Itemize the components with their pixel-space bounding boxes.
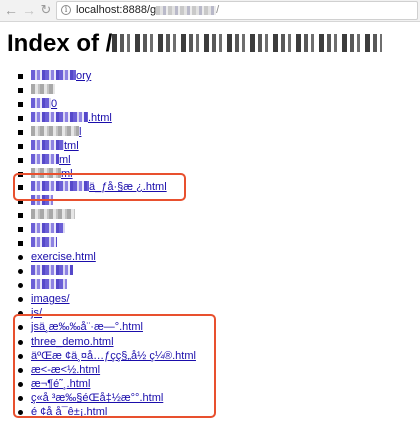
list-item <box>0 237 420 250</box>
list-item: 0 <box>0 98 420 111</box>
bullet-icon <box>18 102 23 107</box>
file-link[interactable]: l <box>31 126 81 139</box>
redacted-filename <box>31 265 73 275</box>
bullet-icon <box>18 227 23 232</box>
list-item <box>0 265 420 278</box>
file-link[interactable]: ml <box>31 154 71 167</box>
redacted-filename <box>31 154 59 164</box>
bullet-icon <box>18 158 23 163</box>
bullet-icon <box>18 144 23 149</box>
redacted-title-segment <box>112 34 383 52</box>
list-item: images/ <box>0 293 420 306</box>
back-arrow-icon[interactable]: ← <box>4 3 18 17</box>
file-link-label: ml <box>59 154 71 166</box>
reload-icon[interactable]: ↻ <box>39 3 53 17</box>
file-link-label: images/ <box>31 293 70 305</box>
bullet-icon <box>18 241 23 246</box>
file-link-label: exercise.html <box>31 251 96 263</box>
browser-toolbar: ← → ↻ i localhost:8888/g / <box>0 0 420 22</box>
list-item: tml <box>0 140 420 153</box>
list-item: ml <box>0 154 420 167</box>
list-item <box>0 223 420 236</box>
redacted-filename <box>31 98 51 108</box>
bullet-icon <box>18 213 23 218</box>
redacted-filename <box>31 223 65 233</box>
redacted-filename <box>31 140 64 150</box>
list-item <box>0 209 420 222</box>
list-item <box>0 279 420 292</box>
page-title: Index of / <box>7 30 383 58</box>
file-link[interactable]: images/ <box>31 293 70 306</box>
bullet-icon <box>18 283 23 288</box>
file-link[interactable] <box>31 223 65 236</box>
list-item: l <box>0 126 420 139</box>
file-link[interactable]: .html <box>31 112 112 125</box>
redacted-filename <box>31 84 55 94</box>
list-item: exercise.html <box>0 251 420 264</box>
url-host: localhost:8888/g <box>76 4 157 16</box>
highlight-box-single <box>13 173 186 201</box>
bullet-icon <box>18 130 23 135</box>
list-item: ory <box>0 70 420 83</box>
bullet-icon <box>18 116 23 121</box>
file-link[interactable]: 0 <box>31 98 57 111</box>
forward-arrow-icon[interactable]: → <box>22 3 36 17</box>
list-item <box>0 84 420 97</box>
file-link-label: .html <box>88 112 112 124</box>
bullet-icon <box>18 74 23 79</box>
file-link-label: ory <box>76 70 92 82</box>
file-link-label: 0 <box>51 98 58 110</box>
file-link[interactable] <box>31 84 55 97</box>
bullet-icon <box>18 297 23 302</box>
page-title-text: Index of / <box>7 30 113 57</box>
file-link[interactable]: exercise.html <box>31 251 96 264</box>
bullet-icon <box>18 88 23 93</box>
redacted-url-segment <box>156 5 217 15</box>
url-tail: / <box>216 4 220 16</box>
redacted-filename <box>31 126 79 136</box>
address-bar[interactable]: i localhost:8888/g / <box>56 1 418 20</box>
redacted-filename <box>31 70 76 80</box>
file-link[interactable] <box>31 279 67 292</box>
info-icon[interactable]: i <box>61 5 71 15</box>
file-link[interactable] <box>31 265 73 278</box>
redacted-filename <box>31 237 57 247</box>
file-link[interactable] <box>31 209 75 222</box>
bullet-icon <box>18 269 23 274</box>
bullet-icon <box>18 255 23 260</box>
list-item: .html <box>0 112 420 125</box>
redacted-filename <box>31 112 88 122</box>
file-link-label: l <box>79 126 82 138</box>
file-link-label: tml <box>64 140 79 152</box>
redacted-filename <box>31 209 75 219</box>
file-link[interactable]: tml <box>31 140 79 153</box>
url-text: localhost:8888/g / <box>76 4 219 17</box>
file-link[interactable] <box>31 237 57 250</box>
file-link[interactable]: ory <box>31 70 91 83</box>
redacted-filename <box>31 279 67 289</box>
highlight-box-group <box>13 314 216 418</box>
